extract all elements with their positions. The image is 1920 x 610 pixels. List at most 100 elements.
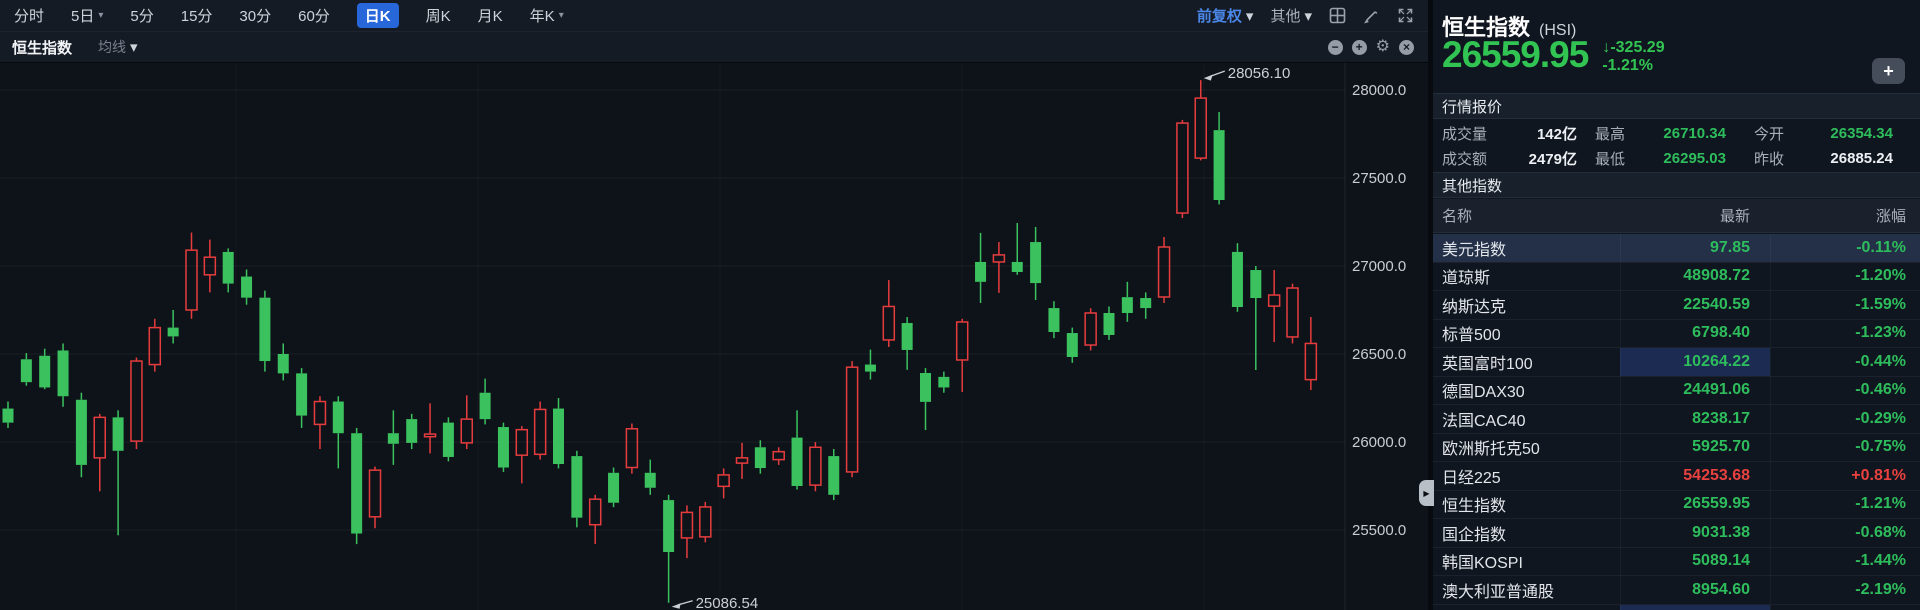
candle — [277, 354, 289, 374]
close-icon[interactable]: × — [1399, 39, 1414, 55]
gear-icon[interactable]: ⚙ — [1376, 39, 1390, 55]
index-row[interactable]: 富时意大利MIB15433.92-0.73% — [1433, 604, 1920, 610]
quote-item: 今开 26354.34 — [1754, 123, 1920, 144]
quote-panel: 恒生指数 (HSI) 26559.95 ↓-325.29 -1.21% + 行情… — [1433, 0, 1920, 610]
price-row: 26559.95 ↓-325.29 -1.21% — [1442, 34, 1665, 76]
index-name: 法国CAC40 — [1442, 412, 1526, 430]
index-row[interactable]: 法国CAC40 8238.17 -0.29% — [1433, 405, 1920, 434]
candle — [1304, 342, 1318, 381]
candle — [553, 408, 564, 464]
candle — [2, 408, 14, 423]
chart-canvas[interactable]: 28000.0 27500.0 27000.0 26500.0 26000.0 25500… — [0, 0, 1428, 610]
candle — [112, 417, 124, 451]
index-row[interactable]: 恒生指数 26559.95 -1.21% — [1433, 490, 1920, 519]
chevron-down-icon: ▾ — [1304, 7, 1312, 25]
candle — [1250, 270, 1262, 299]
index-change: -1.23% — [1770, 319, 1920, 347]
candle — [680, 511, 694, 539]
candle — [791, 437, 803, 486]
index-row[interactable]: 纳斯达克 22540.59 -1.59% — [1433, 291, 1920, 320]
chart-pane: 28000.0 27500.0 27000.0 26500.0 26000.0 25500… — [0, 0, 1428, 610]
index-last: 6798.40 — [1620, 319, 1770, 347]
symbol-toolbar: 恒生指数 均线 ▾ − + ⚙ × — [0, 32, 1428, 63]
zoom-out-icon[interactable]: − — [1327, 39, 1343, 55]
index-row[interactable]: 日经225 54253.68 +0.81% — [1433, 462, 1920, 491]
candle — [442, 422, 454, 457]
candle — [57, 350, 69, 397]
period-tab[interactable]: 周K — [426, 5, 451, 26]
ma-dropdown[interactable]: 均线 ▾ — [98, 37, 138, 57]
candle — [20, 359, 32, 383]
index-change: -0.68% — [1770, 519, 1920, 547]
period-tab-label: 5日 — [71, 8, 95, 25]
period-tab-label: 年K — [529, 8, 555, 25]
index-name: 纳斯达克 — [1442, 298, 1507, 316]
other-dropdown[interactable]: 其他 ▾ — [1270, 5, 1312, 26]
candle — [93, 416, 106, 459]
candle — [313, 400, 327, 426]
period-tab[interactable]: 60分 — [298, 5, 330, 26]
candle — [772, 450, 785, 461]
candle — [864, 364, 876, 372]
index-row[interactable]: 美元指数 97.85 -0.11% — [1433, 234, 1920, 263]
candle — [1140, 298, 1152, 309]
adjust-mode-dropdown[interactable]: 前复权 ▾ — [1197, 5, 1254, 26]
chart-symbol-label: 恒生指数 — [12, 39, 73, 57]
period-tab[interactable]: 5日 ▾ — [71, 5, 103, 26]
index-row[interactable]: 韩国KOSPI 5089.14 -1.44% — [1433, 547, 1920, 576]
index-row[interactable]: 国企指数 9031.38 -0.68% — [1433, 519, 1920, 548]
index-row[interactable]: 道琼斯 48908.72 -1.20% — [1433, 262, 1920, 291]
candle — [332, 401, 344, 434]
period-tab-label: 15分 — [180, 8, 213, 25]
index-table-header: 名称 最新 涨幅 — [1433, 199, 1920, 233]
price-change-block: ↓-325.29 -1.21% — [1602, 34, 1664, 75]
chevron-down-icon: ▾ — [98, 10, 104, 21]
index-change: -0.44% — [1770, 348, 1920, 376]
period-tab[interactable]: 30分 — [239, 5, 271, 26]
last-price: 26559.95 — [1442, 34, 1589, 75]
candle — [992, 254, 1006, 263]
zoom-in-icon[interactable]: + — [1351, 39, 1367, 55]
period-tab[interactable]: 5分 — [130, 5, 153, 26]
index-row[interactable]: 德国DAX30 24491.06 -0.46% — [1433, 376, 1920, 405]
index-change: -1.59% — [1770, 291, 1920, 319]
index-table-body: 美元指数 97.85 -0.11% 道琼斯 48908.72 -1.20% 纳斯达克 2254… — [1433, 234, 1920, 610]
toolbar-right: 前复权 ▾ 其他 ▾ — [1197, 5, 1428, 26]
index-row[interactable]: 澳大利亚普通股 8954.60 -2.19% — [1433, 576, 1920, 605]
index-name: 美元指数 — [1442, 241, 1507, 259]
quote-value: 26295.03 — [1663, 150, 1726, 167]
period-tab[interactable]: 分时 — [14, 5, 44, 26]
index-name: 日经225 — [1442, 469, 1501, 487]
index-last: 48908.72 — [1620, 262, 1770, 290]
add-to-watchlist-button[interactable]: + — [1872, 58, 1905, 84]
index-change: -0.29% — [1770, 405, 1920, 433]
index-change: -0.73% — [1770, 604, 1920, 610]
period-tab[interactable]: 月K — [478, 5, 503, 26]
y-axis-tick-label: 26500.0 — [1352, 346, 1406, 363]
panel-collapse-handle[interactable]: ▶ — [1419, 480, 1434, 506]
index-row[interactable]: 标普500 6798.40 -1.23% — [1433, 319, 1920, 348]
adjust-mode-label: 前复权 — [1196, 8, 1242, 25]
index-change: -1.20% — [1770, 262, 1920, 290]
fullscreen-expand-icon[interactable] — [1397, 7, 1414, 24]
period-tab[interactable]: 15分 — [181, 5, 213, 26]
quote-label: 今开 — [1754, 126, 1785, 143]
y-axis-tick-label: 26000.0 — [1352, 434, 1406, 451]
high-annotation: 28056.10 — [1228, 65, 1291, 82]
period-tab[interactable]: 年K ▾ — [530, 5, 564, 26]
candle — [185, 249, 198, 311]
draw-brush-icon[interactable] — [1363, 7, 1380, 24]
index-last: 54253.68 — [1620, 462, 1770, 490]
index-row[interactable]: 英国富时100 10264.22 -0.44% — [1433, 348, 1920, 377]
candle — [1286, 287, 1299, 338]
index-name: 恒生指数 — [1442, 498, 1507, 516]
period-tab[interactable]: 日K — [356, 3, 399, 28]
candle — [479, 392, 491, 420]
index-row[interactable]: 欧洲斯托克50 5925.70 -0.75% — [1433, 433, 1920, 462]
layout-grid-icon[interactable] — [1329, 7, 1346, 24]
candle — [663, 500, 675, 552]
candle — [497, 427, 509, 468]
index-change: -1.21% — [1770, 490, 1920, 518]
candle — [296, 373, 308, 416]
candle — [588, 498, 602, 526]
